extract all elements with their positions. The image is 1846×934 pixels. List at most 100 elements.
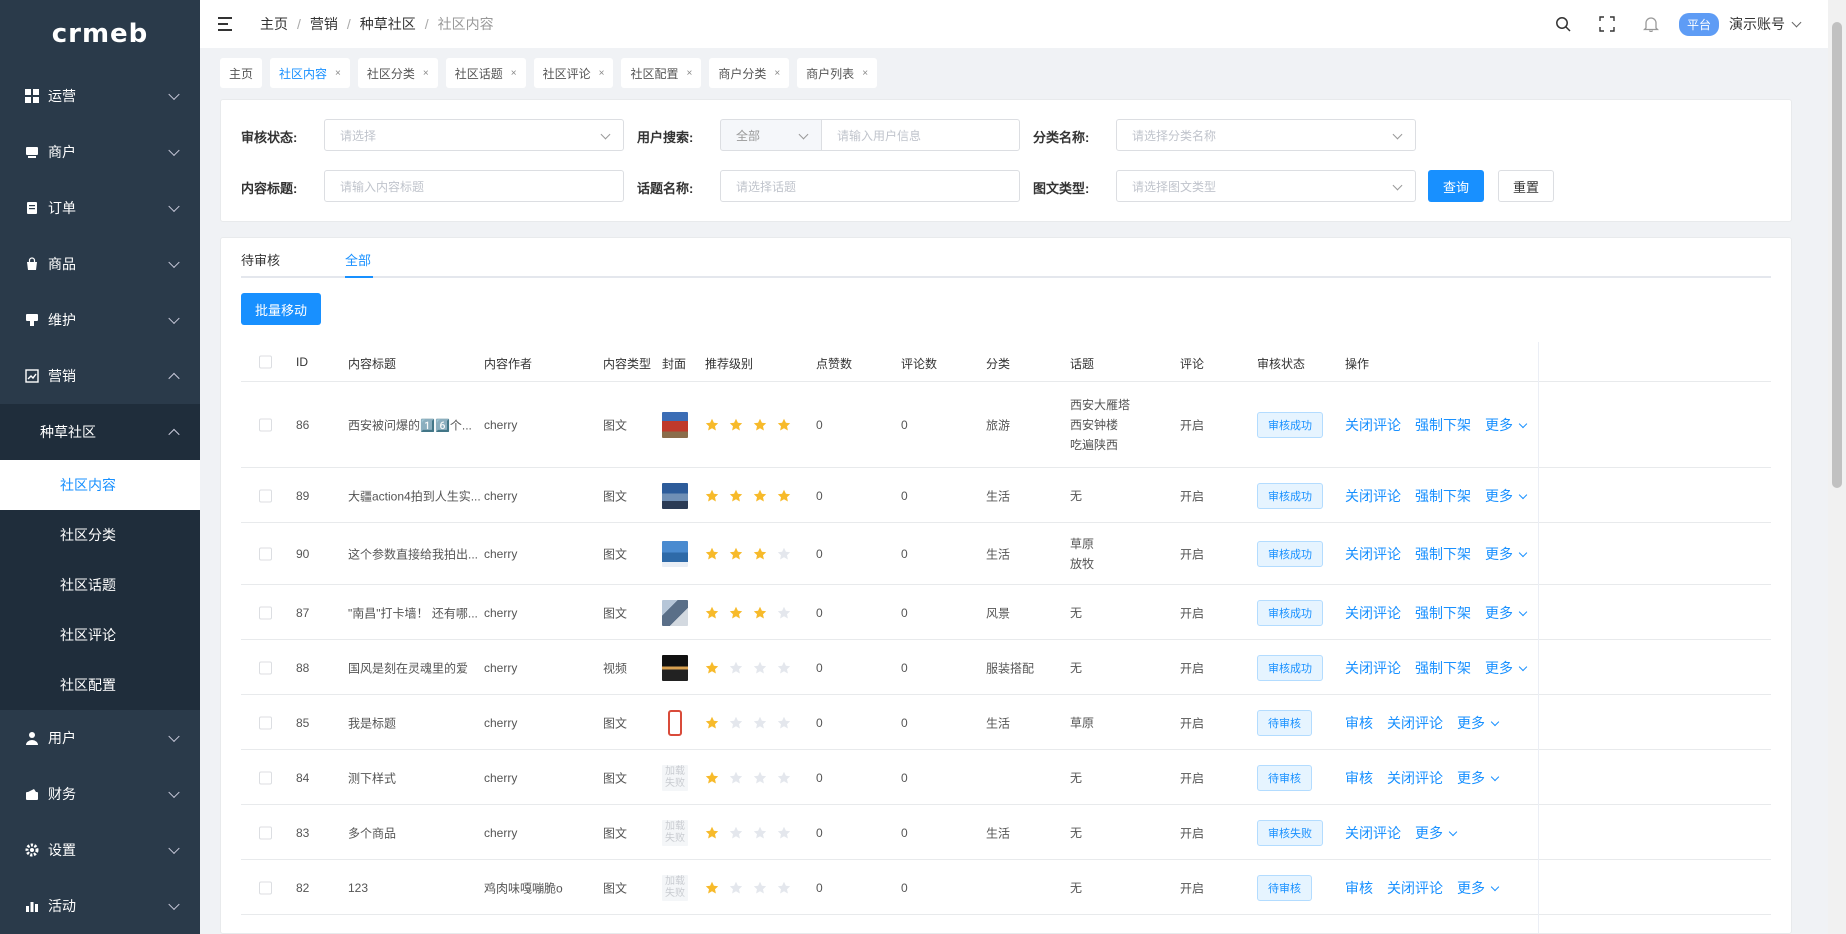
- sidebar-item-user[interactable]: 用户: [0, 710, 200, 766]
- breadcrumb-marketing[interactable]: 营销: [310, 14, 338, 34]
- row-checkbox[interactable]: [259, 418, 272, 432]
- menu-fold-icon[interactable]: [218, 17, 236, 31]
- star-empty-icon[interactable]: [729, 826, 743, 840]
- more-dropdown[interactable]: 更多: [1485, 486, 1528, 506]
- row-action-link[interactable]: 强制下架: [1415, 603, 1471, 623]
- star-filled-icon[interactable]: [729, 606, 743, 620]
- recommend-rating[interactable]: [705, 881, 801, 895]
- nav-tag[interactable]: 商户列表 ×: [797, 58, 878, 88]
- row-action-link[interactable]: 强制下架: [1415, 658, 1471, 678]
- close-icon[interactable]: ×: [686, 68, 692, 79]
- star-empty-icon[interactable]: [777, 771, 791, 785]
- nav-tag[interactable]: 主页: [220, 58, 263, 88]
- star-filled-icon[interactable]: [705, 716, 719, 730]
- row-action-link[interactable]: 关闭评论: [1387, 878, 1443, 898]
- row-action-link[interactable]: 关闭评论: [1345, 823, 1401, 843]
- row-action-link[interactable]: 关闭评论: [1345, 658, 1401, 678]
- audit-status-select[interactable]: 请选择: [324, 119, 624, 151]
- star-filled-icon[interactable]: [705, 826, 719, 840]
- star-filled-icon[interactable]: [729, 489, 743, 503]
- close-icon[interactable]: ×: [335, 68, 341, 79]
- more-dropdown[interactable]: 更多: [1457, 713, 1500, 733]
- sidebar-item-bag[interactable]: 商品: [0, 236, 200, 292]
- sidebar-item-shop[interactable]: 商户: [0, 124, 200, 180]
- row-checkbox[interactable]: [259, 547, 272, 561]
- row-action-link[interactable]: 关闭评论: [1345, 544, 1401, 564]
- more-dropdown[interactable]: 更多: [1457, 768, 1500, 788]
- page-scrollbar[interactable]: [1828, 0, 1846, 934]
- star-empty-icon[interactable]: [729, 716, 743, 730]
- reset-button[interactable]: 重置: [1498, 170, 1554, 202]
- row-checkbox[interactable]: [259, 606, 272, 620]
- row-action-link[interactable]: 审核: [1345, 768, 1373, 788]
- close-icon[interactable]: ×: [774, 68, 780, 79]
- nav-tag[interactable]: 社区分类 ×: [357, 58, 438, 88]
- row-action-link[interactable]: 关闭评论: [1387, 713, 1443, 733]
- row-action-link[interactable]: 审核: [1345, 878, 1373, 898]
- nav-tag[interactable]: 商户分类 ×: [709, 58, 790, 88]
- more-dropdown[interactable]: 更多: [1457, 878, 1500, 898]
- star-filled-icon[interactable]: [753, 606, 767, 620]
- row-action-link[interactable]: 强制下架: [1415, 486, 1471, 506]
- row-checkbox[interactable]: [259, 661, 272, 675]
- star-filled-icon[interactable]: [705, 489, 719, 503]
- star-filled-icon[interactable]: [753, 489, 767, 503]
- content-title-input[interactable]: 请输入内容标题: [324, 170, 624, 202]
- sidebar-item-order[interactable]: 订单: [0, 180, 200, 236]
- star-empty-icon[interactable]: [729, 771, 743, 785]
- star-empty-icon[interactable]: [729, 661, 743, 675]
- star-empty-icon[interactable]: [777, 547, 791, 561]
- star-empty-icon[interactable]: [753, 771, 767, 785]
- star-empty-icon[interactable]: [729, 881, 743, 895]
- nav-tag[interactable]: 社区内容 ×: [270, 58, 350, 88]
- submenu-community[interactable]: 种草社区: [0, 404, 200, 460]
- row-action-link[interactable]: 关闭评论: [1345, 486, 1401, 506]
- sidebar-subitem-4[interactable]: 社区配置: [0, 660, 200, 710]
- star-empty-icon[interactable]: [777, 606, 791, 620]
- cover-image[interactable]: [662, 412, 688, 438]
- row-action-link[interactable]: 关闭评论: [1345, 415, 1401, 435]
- row-checkbox[interactable]: [259, 716, 272, 730]
- row-action-link[interactable]: 关闭评论: [1345, 603, 1401, 623]
- topic-input[interactable]: 请选择话题: [720, 170, 1020, 202]
- select-all-checkbox[interactable]: [259, 355, 272, 369]
- star-filled-icon[interactable]: [705, 881, 719, 895]
- row-checkbox[interactable]: [259, 489, 272, 503]
- star-empty-icon[interactable]: [777, 716, 791, 730]
- sidebar-item-chart[interactable]: 营销: [0, 348, 200, 404]
- sidebar-item-maintenance[interactable]: 维护: [0, 292, 200, 348]
- row-action-link[interactable]: 强制下架: [1415, 544, 1471, 564]
- more-dropdown[interactable]: 更多: [1485, 415, 1528, 435]
- nav-tag[interactable]: 社区评论 ×: [533, 58, 614, 88]
- user-search-input[interactable]: 请输入用户信息: [821, 119, 1020, 151]
- tab-pending[interactable]: 待审核: [241, 250, 280, 269]
- row-checkbox[interactable]: [259, 771, 272, 785]
- tab-all[interactable]: 全部: [345, 250, 371, 269]
- more-dropdown[interactable]: 更多: [1415, 823, 1458, 843]
- account-dropdown[interactable]: 演示账号: [1729, 14, 1828, 34]
- star-filled-icon[interactable]: [777, 489, 791, 503]
- cover-image[interactable]: 加载失败: [662, 820, 688, 846]
- row-checkbox[interactable]: [259, 881, 272, 895]
- sidebar-subitem-3[interactable]: 社区评论: [0, 610, 200, 660]
- star-filled-icon[interactable]: [729, 418, 743, 432]
- media-type-select[interactable]: 请选择图文类型: [1116, 170, 1416, 202]
- star-empty-icon[interactable]: [777, 661, 791, 675]
- star-filled-icon[interactable]: [729, 547, 743, 561]
- recommend-rating[interactable]: [705, 716, 801, 730]
- fullscreen-icon[interactable]: [1589, 0, 1625, 48]
- cover-image[interactable]: 加载失败: [662, 875, 688, 901]
- recommend-rating[interactable]: [705, 489, 801, 503]
- sidebar-item-grid[interactable]: 运营: [0, 68, 200, 124]
- scrollbar-thumb[interactable]: [1832, 22, 1842, 488]
- row-checkbox[interactable]: [259, 826, 272, 840]
- cover-image[interactable]: [662, 483, 688, 509]
- sidebar-subitem-2[interactable]: 社区话题: [0, 560, 200, 610]
- close-icon[interactable]: ×: [423, 68, 429, 79]
- close-icon[interactable]: ×: [511, 68, 517, 79]
- sidebar-subitem-1[interactable]: 社区分类: [0, 510, 200, 560]
- star-empty-icon[interactable]: [753, 661, 767, 675]
- sidebar-item-gear[interactable]: 设置: [0, 822, 200, 878]
- star-empty-icon[interactable]: [753, 826, 767, 840]
- recommend-rating[interactable]: [705, 771, 801, 785]
